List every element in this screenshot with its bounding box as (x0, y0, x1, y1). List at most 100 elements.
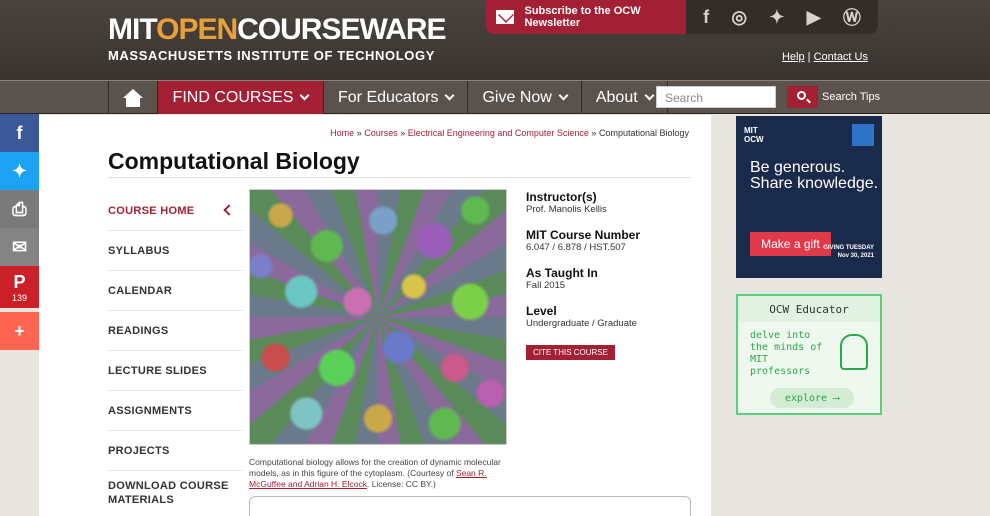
divider (108, 177, 690, 178)
newsletter-subscribe-button[interactable]: Subscribe to the OCW Newsletter (486, 0, 686, 34)
breadcrumb-courses[interactable]: Courses (364, 128, 398, 138)
course-nav-label: LECTURE SLIDES (108, 364, 207, 377)
twitter-icon: ✦ (11, 160, 28, 181)
share-email-button[interactable]: ✉ (0, 228, 39, 266)
course-nav-syllabus[interactable]: SYLLABUS (108, 231, 243, 271)
logo-mit: MIT (108, 13, 157, 46)
course-nav-label: COURSE HOME (108, 204, 195, 217)
ad-brand: MIT OCW (744, 126, 764, 144)
email-icon: ✉ (11, 236, 28, 257)
course-nav-download[interactable]: DOWNLOAD COURSE MATERIALS (108, 471, 243, 515)
nav-about-label: About (595, 88, 638, 106)
top-links: Help | Contact Us (782, 51, 868, 63)
contact-us-link[interactable]: Contact Us (814, 51, 868, 63)
share-facebook-button[interactable]: f (0, 114, 39, 152)
search-tips-link[interactable]: Search Tips (822, 91, 880, 103)
breadcrumb-separator: » (400, 128, 406, 138)
course-nav-readings[interactable]: READINGS (108, 311, 243, 351)
search-icon (797, 91, 806, 100)
course-nav-calendar[interactable]: CALENDAR (108, 271, 243, 311)
social-links: f ◎ ✦ ▶ Ⓦ (686, 0, 878, 34)
site-logo[interactable]: MITOPENCOURSEWARE (108, 13, 447, 46)
course-nav-course-home[interactable]: COURSE HOME (108, 191, 243, 231)
course-nav-lecture-slides[interactable]: LECTURE SLIDES (108, 351, 243, 391)
chevron-down-icon (445, 90, 455, 101)
share-pinterest-button[interactable]: P 139 (0, 266, 39, 308)
nav-give-now[interactable]: Give Now (468, 81, 582, 114)
breadcrumb-current: Computational Biology (598, 128, 689, 138)
course-nav-label: DOWNLOAD COURSE MATERIALS (108, 480, 229, 506)
breadcrumb-separator: » (591, 128, 597, 138)
course-features-box (249, 496, 691, 516)
instructor-label: Instructor(s) (526, 190, 597, 204)
giving-tuesday-tag: GIVING TUESDAY (823, 245, 874, 251)
link-separator: | (807, 51, 811, 63)
envelope-icon (496, 10, 515, 24)
educator-ad-title: OCW Educator (738, 296, 880, 322)
youtube-icon[interactable]: ▶ (807, 7, 821, 28)
nav-about[interactable]: About (582, 81, 668, 114)
pinterest-icon: P (13, 271, 26, 292)
search-input[interactable]: Search (656, 86, 776, 108)
page-title: Computational Biology (108, 148, 360, 174)
educator-ad[interactable]: OCW Educator delve into the minds of MIT… (736, 294, 882, 415)
instagram-icon[interactable]: ◎ (731, 7, 747, 28)
course-nav-label: CALENDAR (108, 284, 173, 297)
breadcrumb-eecs[interactable]: Electrical Engineering and Computer Scie… (408, 128, 589, 138)
explore-label: explore (784, 392, 828, 404)
course-info: Instructor(s) Prof. Manolis Kellis MIT C… (526, 188, 706, 360)
share-more-button[interactable]: + (0, 312, 39, 350)
course-nav-projects[interactable]: PROJECTS (108, 431, 243, 471)
course-number-label: MIT Course Number (526, 228, 641, 242)
nav-find-courses[interactable]: FIND COURSES (158, 81, 324, 114)
chevron-down-icon (300, 90, 310, 101)
search-button[interactable] (787, 86, 818, 108)
nav-for-educators-label: For Educators (338, 88, 439, 106)
course-nav-label: READINGS (108, 324, 169, 337)
home-icon (122, 88, 144, 107)
make-gift-button[interactable]: Make a gift (750, 232, 831, 256)
plus-icon: + (14, 320, 25, 341)
home-button[interactable] (108, 81, 158, 114)
giving-tuesday-date: Nov 30, 2021 (837, 253, 874, 259)
arrow-right-icon: ⟶ (833, 392, 840, 404)
print-icon: ⎙ (12, 198, 27, 219)
logo-subtitle: MASSACHUSETTS INSTITUTE OF TECHNOLOGY (108, 48, 435, 63)
chevron-left-icon (223, 204, 235, 216)
giving-hands-icon (852, 124, 874, 146)
taught-value: Fall 2015 (526, 280, 566, 291)
cite-course-button[interactable]: CITE THIS COURSE (526, 345, 615, 360)
share-print-button[interactable]: ⎙ (0, 190, 39, 228)
nav-find-courses-label: FIND COURSES (172, 88, 294, 106)
breadcrumb-separator: » (356, 128, 362, 138)
logo-open: OPEN (156, 13, 238, 46)
course-number-value: 6.047 / 6.878 / HST.507 (526, 242, 626, 253)
breadcrumb-home[interactable]: Home (330, 128, 354, 138)
main-content: Home » Courses » Electrical Engineering … (39, 115, 711, 516)
course-nav-assignments[interactable]: ASSIGNMENTS (108, 391, 243, 431)
level-value: Undergraduate / Graduate (526, 318, 637, 329)
pinterest-count: 139 (11, 292, 28, 303)
giving-ad[interactable]: MIT OCW Be generous. Share knowledge. Ma… (736, 116, 882, 278)
giving-tuesday-badge: GIVING TUESDAY Nov 30, 2021 (823, 244, 874, 260)
main-nav: FIND COURSES For Educators Give Now Abou… (0, 80, 990, 114)
help-link[interactable]: Help (782, 51, 805, 63)
ad-slogan: Be generous. Share knowledge. (750, 159, 879, 192)
course-nav-label: PROJECTS (108, 444, 170, 457)
share-twitter-button[interactable]: ✦ (0, 152, 39, 190)
professor-icon (840, 334, 868, 370)
explore-button[interactable]: explore ⟶ (770, 388, 854, 408)
course-nav: COURSE HOME SYLLABUS CALENDAR READINGS L… (108, 191, 243, 515)
wordpress-icon[interactable]: Ⓦ (843, 4, 861, 30)
nav-for-educators[interactable]: For Educators (324, 81, 469, 114)
course-image (249, 189, 507, 445)
taught-label: As Taught In (526, 266, 598, 280)
site-header: MITOPENCOURSEWARE MASSACHUSETTS INSTITUT… (0, 0, 990, 80)
facebook-icon[interactable]: f (703, 7, 709, 28)
newsletter-label: Subscribe to the OCW Newsletter (524, 5, 641, 29)
chevron-down-icon (644, 90, 655, 101)
twitter-icon[interactable]: ✦ (769, 7, 784, 28)
instructor-value: Prof. Manolis Kellis (526, 204, 607, 215)
educator-ad-body: delve into the minds of MIT professors (750, 330, 823, 377)
course-nav-label: SYLLABUS (108, 244, 170, 257)
